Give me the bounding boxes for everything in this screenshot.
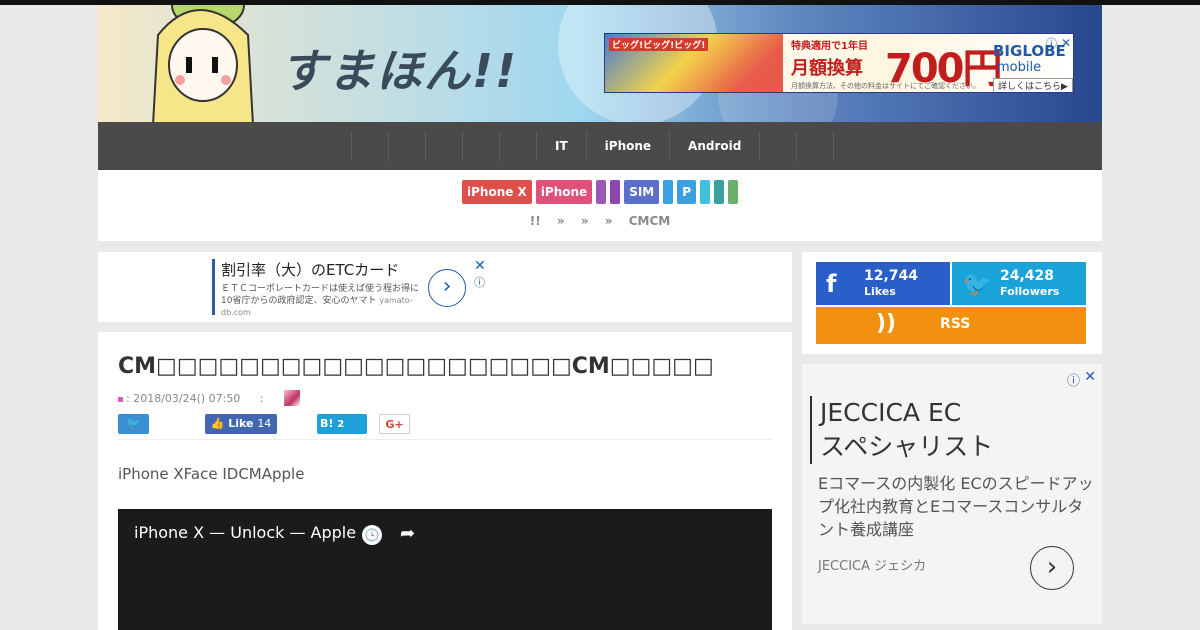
ad-main: 月額換算: [791, 58, 863, 79]
article-date: : 2018/03/24() 07:50: [126, 392, 241, 405]
nav-item[interactable]: [351, 131, 388, 161]
nav-item-android[interactable]: Android: [669, 131, 759, 161]
ad-title-line: スペシャリスト: [820, 432, 994, 461]
global-nav: IT iPhone Android: [98, 122, 1102, 170]
ad-desc: ＥＴＣコーポレートカードは使えば使う程お得に10省庁からの政府認定、安心のヤマト…: [221, 283, 421, 319]
rss-label: RSS: [940, 316, 971, 332]
rss-icon: )): [876, 311, 897, 336]
tag-chip[interactable]: P: [677, 180, 697, 204]
video-title[interactable]: iPhone X — Unlock — Apple: [134, 523, 356, 542]
watch-later-icon[interactable]: 🕓: [362, 525, 382, 545]
nav-item[interactable]: [388, 131, 425, 161]
nav-item[interactable]: [425, 131, 462, 161]
facebook-label: Likes: [864, 285, 896, 298]
ad-note: 月額換算方法、その他の料金はサイトにてご確認ください。: [791, 82, 980, 90]
google-plus-button[interactable]: G+: [379, 414, 410, 434]
ad-arrow-button[interactable]: ›: [1030, 546, 1074, 590]
article: CM□□□□□□□□□□□□□□□□□□□□CM□□□□□ : 2018/03/…: [98, 332, 792, 630]
tag-list: iPhone XiPhone SIM P: [462, 180, 739, 204]
header-ad[interactable]: ビッグ!ビッグ!ビッグ! 特典適用で1年目 月額換算 700円 月額換算方法、そ…: [604, 33, 1074, 93]
twitter-follow-button[interactable]: 🐦 24,428 Followers: [952, 262, 1086, 305]
ad-desc: Eコマースの内製化 ECのスピードアップ化社内教育とEコマースコンサルタント養成…: [818, 474, 1094, 539]
article-lead: iPhone XFace IDCMApple: [118, 465, 305, 483]
tag-chip[interactable]: SIM: [624, 180, 660, 204]
article-title: CM□□□□□□□□□□□□□□□□□□□□CM□□□□□: [118, 354, 714, 379]
tag-chip[interactable]: [728, 180, 739, 204]
rss-button[interactable]: )) RSS: [816, 307, 1086, 344]
article-meta: : 2018/03/24() 07:50 :: [118, 392, 264, 405]
ad-close-icon[interactable]: ✕: [1084, 369, 1096, 385]
tag-chip[interactable]: [663, 180, 674, 204]
google-plus-icon: G+: [385, 418, 404, 431]
ad-image: ビッグ!ビッグ!ビッグ!: [605, 34, 783, 92]
ad-info-icon[interactable]: ⓘ: [1046, 35, 1057, 51]
nav-item[interactable]: [499, 131, 536, 161]
nav-items: IT iPhone Android: [351, 131, 835, 161]
breadcrumb: !! » » » CMCM: [98, 214, 1102, 228]
nav-item[interactable]: [796, 131, 835, 161]
ad-title-line: JECCICA EC: [820, 398, 962, 427]
thumbs-up-icon: 👍: [210, 417, 229, 430]
facebook-like-label: Like: [228, 417, 254, 430]
ad-title[interactable]: JECCICA EC スペシャリスト: [810, 396, 993, 464]
ad-more-button[interactable]: 詳しくはこちら▶: [993, 78, 1073, 92]
share-icon[interactable]: ➦: [400, 523, 415, 544]
hatena-count: 2: [337, 419, 345, 430]
share-buttons: 🐦 👍 Like 14 B! 2 G+: [118, 414, 772, 440]
site-header: すまほん!! ビッグ!ビッグ!ビッグ! 特典適用で1年目 月額換算 700円 月…: [98, 5, 1102, 122]
author-avatar[interactable]: [284, 390, 300, 406]
ad-info-icon[interactable]: ⓘ: [474, 274, 485, 290]
tags-bar: iPhone XiPhone SIM P !! » » » CMCM: [98, 170, 1102, 241]
nav-item[interactable]: [759, 131, 796, 161]
hatena-bookmark-button[interactable]: B! 2: [317, 414, 367, 434]
ad-brand-sub: mobile: [997, 60, 1042, 75]
facebook-count: 12,744: [864, 268, 919, 284]
hatena-icon: B!: [320, 417, 334, 430]
video-embed[interactable]: iPhone X — Unlock — Apple 🕓 ➦: [118, 509, 772, 630]
ad-close-icon[interactable]: ✕: [1061, 36, 1071, 50]
breadcrumb-sep: »: [580, 214, 589, 228]
nav-item-iphone[interactable]: iPhone: [585, 131, 669, 161]
ad-close-icon[interactable]: ✕: [474, 258, 486, 274]
twitter-label: Followers: [1000, 285, 1060, 298]
breadcrumb-sep: »: [556, 214, 565, 228]
date-icon: [118, 396, 123, 402]
breadcrumb-current: CMCM: [628, 214, 671, 228]
author-label: :: [259, 392, 264, 405]
social-follow-box: f 12,744 Likes 🐦 24,428 Followers )) RSS: [802, 252, 1102, 354]
breadcrumb-sep: »: [604, 214, 613, 228]
ad-info-icon[interactable]: ⓘ: [1067, 370, 1080, 389]
tag-chip[interactable]: [610, 180, 621, 204]
twitter-icon: 🐦: [126, 417, 141, 430]
ad-source: JECCICA ジェシカ: [818, 559, 927, 574]
facebook-icon: f: [826, 270, 837, 298]
twitter-share-button[interactable]: 🐦: [118, 414, 149, 434]
tag-chip[interactable]: iPhone X: [462, 180, 532, 204]
nav-item[interactable]: [462, 131, 499, 161]
site-logo[interactable]: すまほん!!: [280, 35, 518, 101]
mascot-illustration: [152, 5, 254, 122]
tag-chip[interactable]: iPhone: [535, 180, 593, 204]
ad-sub: 特典適用で1年目: [791, 41, 868, 52]
facebook-follow-button[interactable]: f 12,744 Likes: [816, 262, 950, 305]
tag-chip[interactable]: [596, 180, 607, 204]
ad-arrow-button[interactable]: ›: [428, 269, 466, 307]
facebook-like-button[interactable]: 👍 Like 14: [205, 414, 277, 434]
tag-chip[interactable]: [714, 180, 725, 204]
sidebar-ad[interactable]: ⓘ ✕ JECCICA EC スペシャリスト Eコマースの内製化 ECのスピード…: [802, 364, 1102, 624]
breadcrumb-home[interactable]: !!: [530, 214, 541, 228]
twitter-count: 24,428: [1000, 268, 1055, 284]
twitter-icon: 🐦: [962, 270, 992, 298]
nav-item-it[interactable]: IT: [536, 131, 586, 161]
etc-ad-banner[interactable]: 割引率（大）のETCカード ＥＴＣコーポレートカードは使えば使う程お得に10省庁…: [98, 252, 792, 322]
ad-corner-badge: ビッグ!ビッグ!ビッグ!: [609, 38, 709, 51]
tag-chip[interactable]: [700, 180, 711, 204]
facebook-like-count: 14: [257, 417, 272, 430]
